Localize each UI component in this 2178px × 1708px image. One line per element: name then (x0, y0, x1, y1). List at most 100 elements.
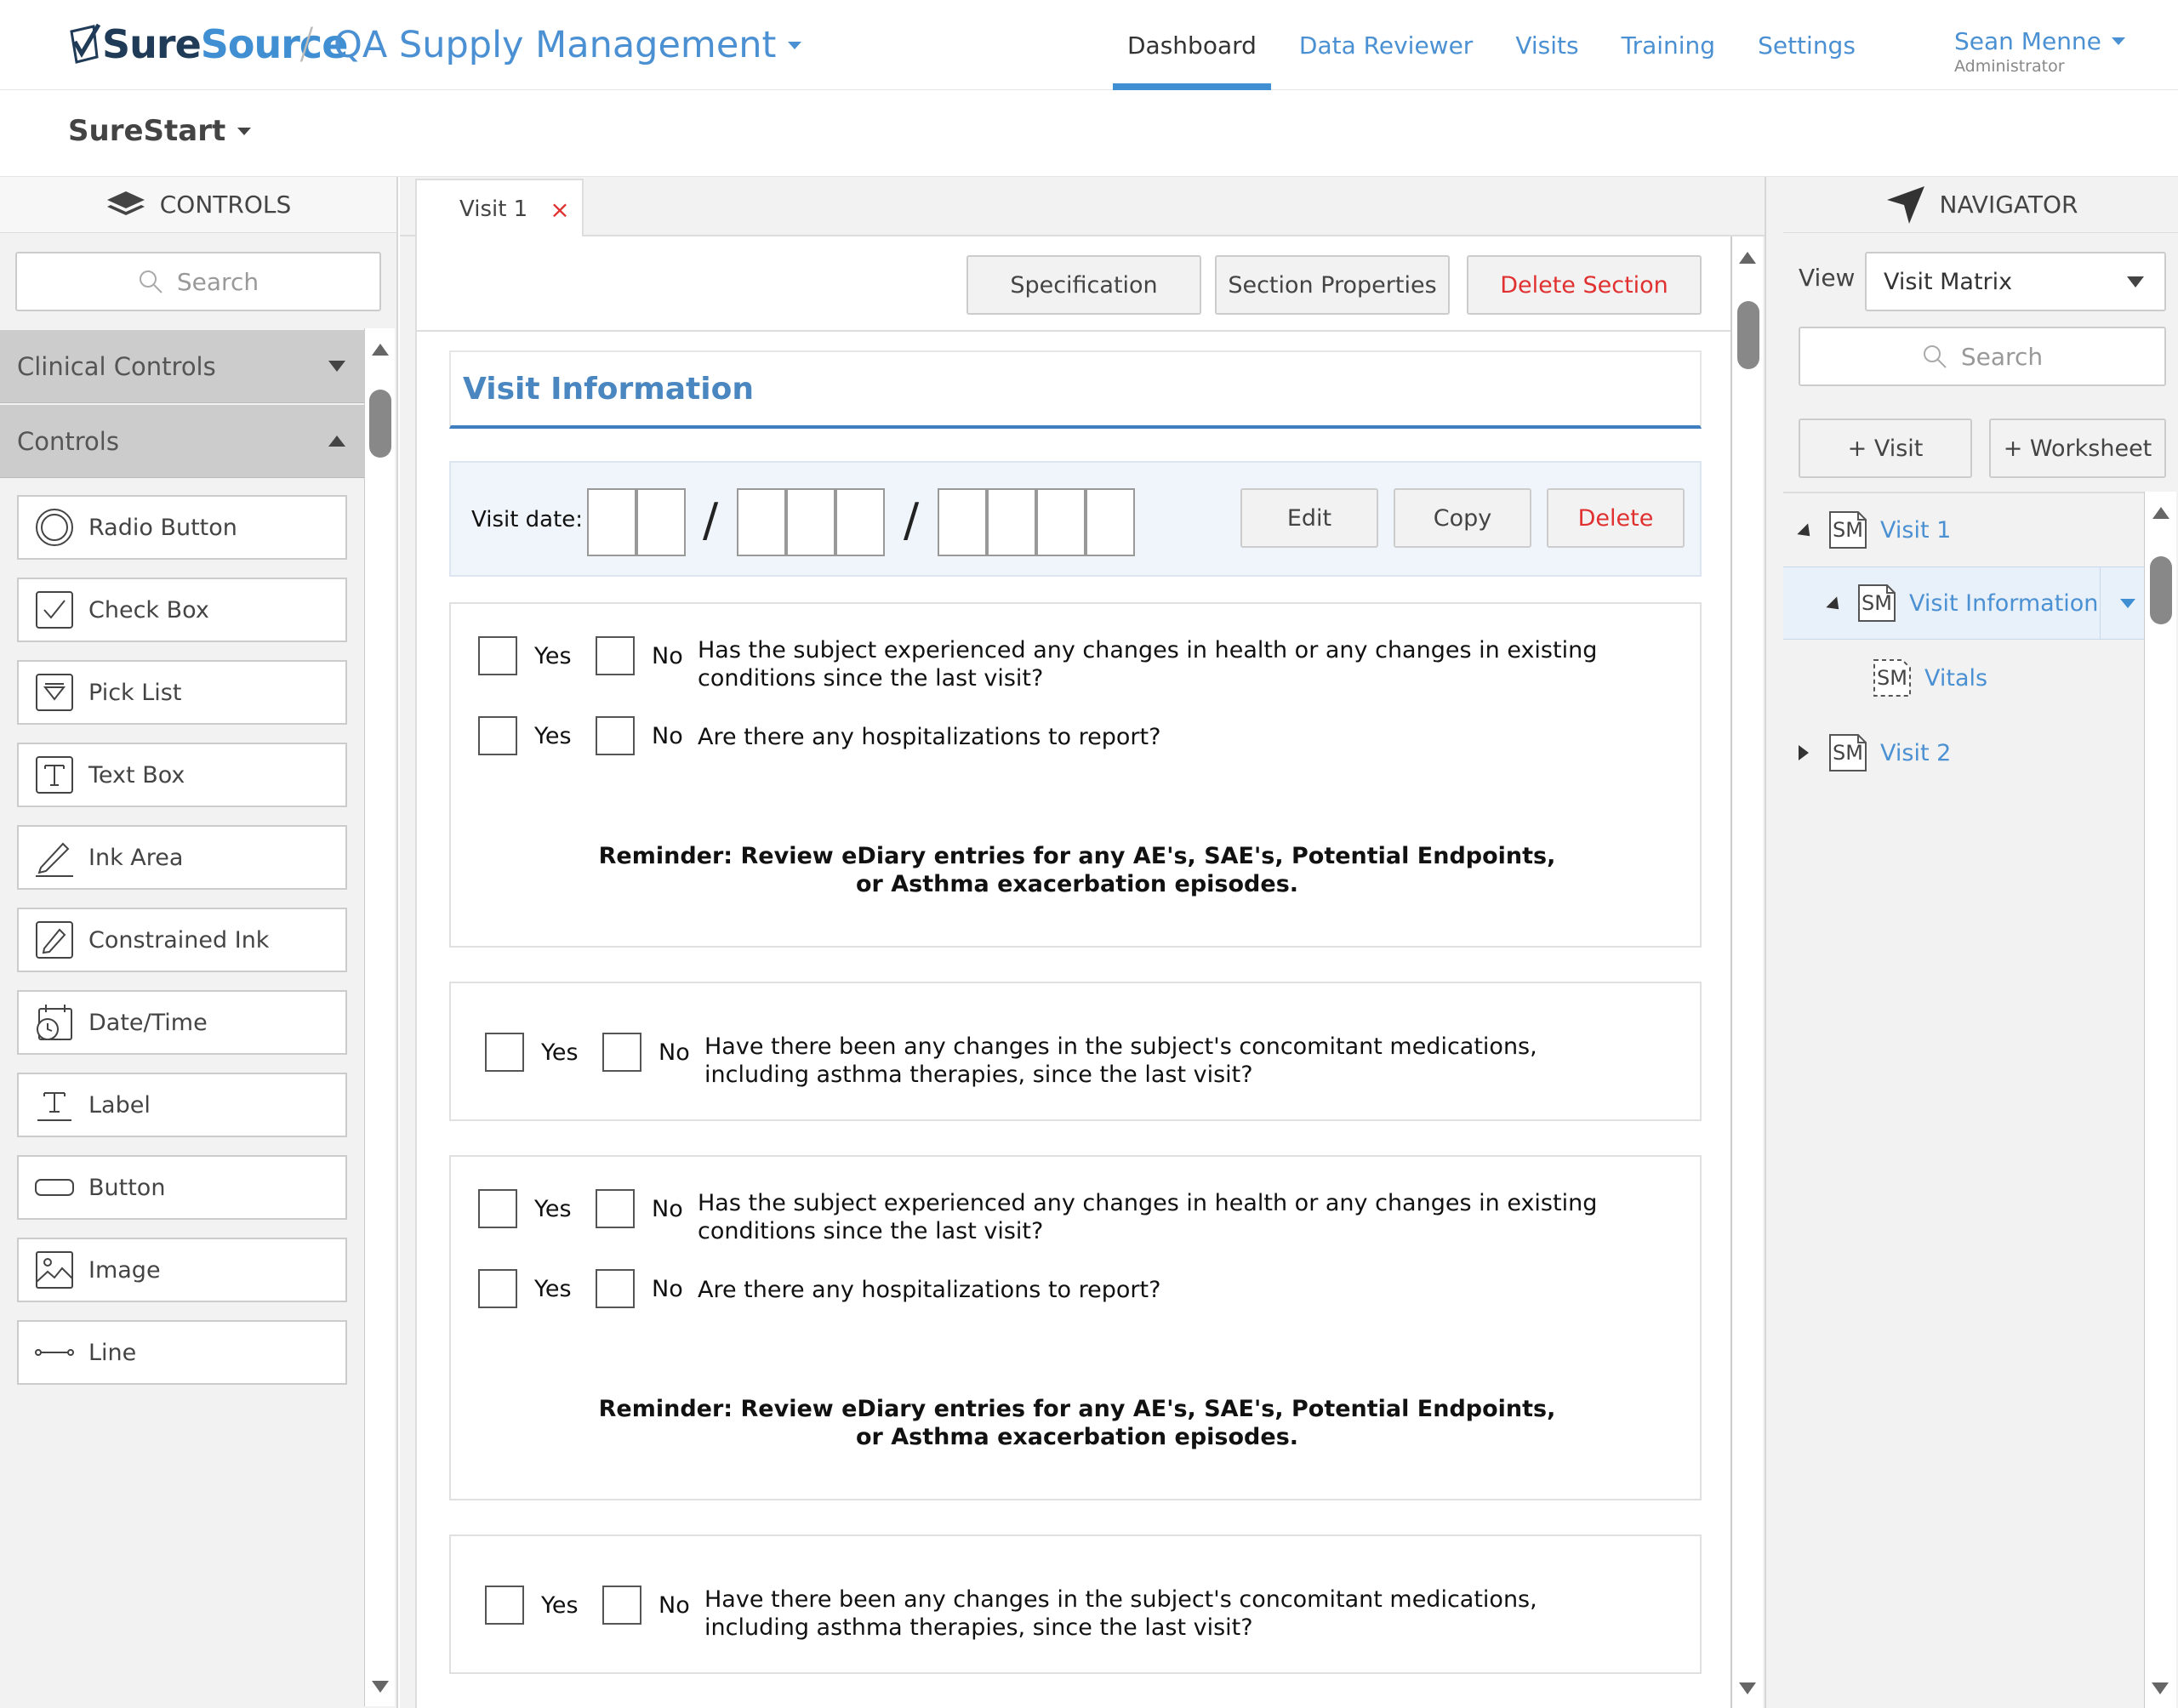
nav-data-reviewer[interactable]: Data Reviewer (1278, 0, 1494, 90)
accordion-label: Controls (17, 426, 119, 456)
add-visit-button[interactable]: + Visit (1799, 418, 1972, 478)
control-date-time[interactable]: Date/Time (17, 990, 347, 1055)
app-title-dropdown[interactable]: QA Supply Management (334, 24, 802, 66)
section-properties-button[interactable]: Section Properties (1215, 255, 1450, 315)
view-label: View (1799, 264, 1856, 292)
date-digit-field[interactable] (786, 488, 835, 556)
date-digit-field[interactable] (1036, 488, 1086, 556)
scrollbar-thumb[interactable] (2150, 556, 2172, 624)
radio-icon (34, 507, 75, 548)
checkbox-icon (34, 589, 75, 630)
form-canvas: Specification Section Properties Delete … (415, 236, 1730, 1708)
tree-item-vitals[interactable]: SM Vitals (1783, 641, 2154, 715)
control-radio-button[interactable]: Radio Button (17, 495, 347, 560)
logo-check-icon (70, 23, 101, 64)
user-role: Administrator (1954, 57, 2065, 76)
control-label: Radio Button (88, 514, 237, 541)
sm-document-icon: SM (1827, 510, 1868, 550)
yes-checkbox[interactable] (485, 1586, 524, 1625)
control-label: Date/Time (88, 1009, 208, 1036)
scroll-up-icon[interactable] (1739, 252, 1756, 264)
nav-settings[interactable]: Settings (1736, 0, 1877, 90)
specification-button[interactable]: Specification (966, 255, 1201, 315)
section-toolbar: Specification Section Properties Delete … (417, 236, 1730, 332)
expanded-triangle-icon[interactable] (1797, 517, 1816, 544)
question-row: Yes No Have there been any changes in th… (485, 1586, 1572, 1642)
control-button[interactable]: Button (17, 1155, 347, 1220)
delete-section-button[interactable]: Delete Section (1467, 255, 1702, 315)
chevron-down-icon (328, 361, 345, 372)
no-checkbox[interactable] (602, 1586, 641, 1625)
question-text: Have there been any changes in the subje… (704, 1033, 1537, 1088)
sm-document-icon: SM (1856, 583, 1897, 623)
scroll-down-icon[interactable] (372, 1681, 389, 1693)
control-label: Image (88, 1256, 161, 1284)
top-navbar: Sure Source / QA Supply Management Dashbo… (0, 0, 2178, 90)
no-checkbox[interactable] (596, 716, 635, 755)
accordion-controls[interactable]: Controls (0, 405, 364, 478)
layers-icon (106, 191, 145, 215)
no-checkbox[interactable] (602, 1033, 641, 1072)
yes-checkbox[interactable] (478, 1269, 517, 1308)
scroll-down-icon[interactable] (1739, 1682, 1756, 1694)
nav-visits[interactable]: Visits (1494, 0, 1599, 90)
label-icon (34, 1085, 75, 1125)
date-digit-field[interactable] (835, 488, 885, 556)
editor-scrollbar[interactable] (1730, 236, 1763, 1708)
delete-button[interactable]: Delete (1547, 488, 1685, 548)
yes-checkbox[interactable] (478, 1189, 517, 1228)
no-checkbox[interactable] (596, 636, 635, 675)
date-digit-field[interactable] (587, 488, 636, 556)
no-label: No (652, 643, 683, 669)
no-checkbox[interactable] (596, 1189, 635, 1228)
sm-icon-text: SM (1833, 518, 1863, 542)
nav-dashboard[interactable]: Dashboard (1106, 0, 1278, 90)
control-line[interactable]: Line (17, 1320, 347, 1385)
controls-search-input[interactable]: Search (15, 252, 381, 311)
app-title: QA Supply Management (334, 24, 777, 66)
control-label-item[interactable]: Label (17, 1073, 347, 1137)
date-digit-field[interactable] (636, 488, 686, 556)
yes-checkbox[interactable] (478, 716, 517, 755)
main-nav: Dashboard Data Reviewer Visits Training … (1106, 0, 1877, 90)
scrollbar-thumb[interactable] (369, 390, 391, 458)
control-check-box[interactable]: Check Box (17, 578, 347, 642)
yes-checkbox[interactable] (485, 1033, 524, 1072)
date-digit-field[interactable] (737, 488, 786, 556)
navigator-search-input[interactable]: Search (1799, 327, 2166, 386)
control-pick-list[interactable]: Pick List (17, 660, 347, 725)
accordion-clinical-controls[interactable]: Clinical Controls (0, 330, 364, 403)
tree-item-visit-information[interactable]: SM Visit Information (1783, 566, 2154, 640)
view-select[interactable]: Visit Matrix (1865, 252, 2166, 311)
search-icon (1923, 345, 1947, 368)
close-icon[interactable]: × (550, 196, 569, 224)
nav-training[interactable]: Training (1600, 0, 1736, 90)
scroll-up-icon[interactable] (2152, 507, 2169, 519)
control-text-box[interactable]: Text Box (17, 743, 347, 807)
tab-visit-1[interactable]: Visit 1 × (415, 179, 584, 238)
edit-button[interactable]: Edit (1240, 488, 1378, 548)
date-digit-field[interactable] (987, 488, 1036, 556)
tree-item-visit-2[interactable]: SM Visit 2 (1783, 716, 2154, 789)
collapsed-triangle-icon[interactable] (1799, 745, 1816, 760)
no-checkbox[interactable] (596, 1269, 635, 1308)
user-menu[interactable]: Sean Menne Administrator (1954, 27, 2125, 76)
tree-item-visit-1[interactable]: SM Visit 1 (1783, 493, 2154, 566)
yes-label: Yes (534, 1276, 572, 1302)
date-digit-field[interactable] (938, 488, 987, 556)
add-worksheet-button[interactable]: + Worksheet (1989, 418, 2166, 478)
copy-button[interactable]: Copy (1394, 488, 1531, 548)
control-image[interactable]: Image (17, 1238, 347, 1302)
expanded-triangle-icon[interactable] (1826, 590, 1844, 617)
date-digit-field[interactable] (1086, 488, 1135, 556)
image-icon (34, 1250, 75, 1290)
control-ink-area[interactable]: Ink Area (17, 825, 347, 890)
control-constrained-ink[interactable]: Constrained Ink (17, 908, 347, 972)
controls-scrollbar[interactable] (364, 328, 395, 1706)
scroll-up-icon[interactable] (371, 344, 389, 356)
scroll-down-icon[interactable] (2152, 1682, 2169, 1694)
navigator-scrollbar[interactable] (2144, 492, 2176, 1708)
yes-checkbox[interactable] (478, 636, 517, 675)
scrollbar-thumb[interactable] (1737, 301, 1759, 369)
project-dropdown[interactable]: SureStart (68, 114, 252, 148)
